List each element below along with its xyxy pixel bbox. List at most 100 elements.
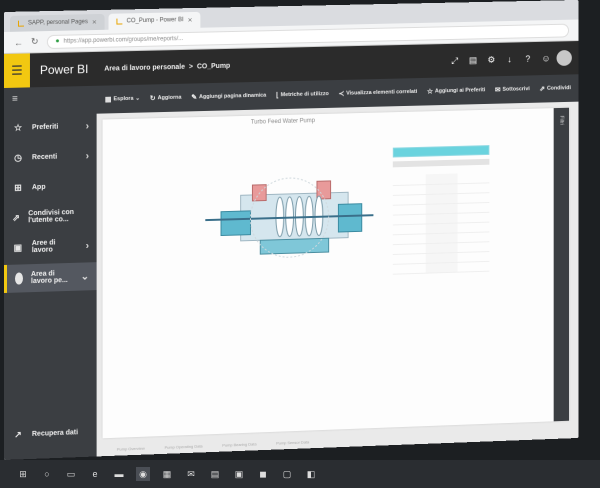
share-icon: ⇗: [12, 212, 20, 223]
breadcrumb-workspace[interactable]: Area di lavoro personale: [104, 63, 185, 72]
url-text: https://app.powerbi.com/groups/me/report…: [63, 35, 184, 45]
edge-icon[interactable]: e: [88, 467, 102, 481]
app-launcher-icon[interactable]: ☰: [4, 53, 30, 88]
sidebar-item-label: Condivisi con l'utente co...: [28, 208, 74, 225]
get-data-label: Recupera dati: [31, 428, 79, 438]
navigation-sidebar: ≡ ☆ Preferiti › ◷ Recenti › ⊞ App ⇗ Cond…: [4, 85, 97, 460]
arrow-up-right-icon: ↗: [14, 428, 22, 440]
brand-title[interactable]: Power BI: [30, 62, 104, 78]
breadcrumb-report: CO_Pump: [196, 62, 231, 70]
os-taskbar: ⊞ ○ ▭ e ▬ ◉ ▦ ✉ ▤ ▣ ◼ ▢ ◧: [0, 460, 600, 488]
sidebar-item-shared[interactable]: ⇗ Condivisi con l'utente co...: [4, 200, 97, 233]
details-table: [393, 172, 490, 275]
folder-icon[interactable]: ▬: [112, 467, 126, 481]
mail-icon[interactable]: ✉: [184, 467, 198, 481]
page-tab[interactable]: Pump Operating Data: [164, 443, 202, 449]
page-tab[interactable]: Pump Bearing Data: [222, 441, 256, 447]
toolbar-label: Visualizza elementi correlati: [346, 88, 418, 97]
get-data-button[interactable]: ↗ Recupera dati: [4, 417, 86, 450]
browser-tab-2[interactable]: CO_Pump - Power BI ✕: [108, 11, 201, 30]
app-icon[interactable]: ▣: [232, 467, 246, 481]
notifications-icon[interactable]: ▤: [464, 51, 481, 69]
clock-icon: ◷: [14, 152, 22, 163]
sidebar-item-recent[interactable]: ◷ Recenti ›: [4, 141, 97, 173]
filters-panel-label: Filtri: [558, 115, 565, 126]
toolbar-label: Esplora: [113, 95, 134, 103]
explore-button[interactable]: ▦ Esplora ⌄: [105, 95, 140, 104]
favorite-button[interactable]: ☆ Aggiungi ai Preferiti: [427, 86, 485, 95]
powerbi-tab-icon: [17, 20, 24, 27]
reload-icon[interactable]: ↻: [31, 36, 39, 47]
sidebar-item-favorites[interactable]: ☆ Preferiti ›: [4, 111, 97, 143]
pin-live-page-button[interactable]: ✎ Aggiungi pagina dinamica: [191, 92, 266, 102]
toolbar-label: Metriche di utilizzo: [280, 91, 329, 99]
app-body: ≡ ☆ Preferiti › ◷ Recenti › ⊞ App ⇗ Cond…: [4, 74, 579, 460]
report-page: Turbo Feed Water Pump Filtri: [102, 107, 569, 439]
app-icon[interactable]: ◼: [256, 467, 270, 481]
toolbar-label: Aggiungi pagina dinamica: [199, 92, 267, 101]
search-icon[interactable]: ○: [40, 467, 54, 481]
avatar[interactable]: [556, 49, 573, 67]
breadcrumb-separator: >: [188, 63, 193, 71]
back-icon[interactable]: ←: [14, 37, 23, 47]
share-button[interactable]: ⇗ Condividi: [539, 84, 571, 93]
share-icon: ⇗: [539, 85, 546, 93]
sidebar-item-workspaces[interactable]: ▣ Aree di lavoro ›: [4, 230, 97, 263]
page-tab[interactable]: Pump Sensor Data: [276, 439, 309, 445]
pump-diagram[interactable]: [202, 152, 378, 276]
chrome-icon[interactable]: ◉: [136, 467, 150, 481]
table-row: [393, 260, 490, 274]
app-icon[interactable]: ▢: [280, 467, 294, 481]
chevron-down-icon: ⌄: [135, 95, 140, 102]
browser-tab-label: SAPP, personal Pages: [27, 19, 88, 27]
app-icon[interactable]: ▤: [208, 467, 222, 481]
related-button[interactable]: ≺ Visualizza elementi correlati: [338, 88, 417, 98]
expand-icon[interactable]: ⤢: [446, 51, 463, 69]
hamburger-icon[interactable]: ≡: [4, 90, 97, 113]
sidebar-item-label: Preferiti: [31, 123, 59, 131]
refresh-icon: ↻: [149, 95, 156, 103]
chevron-down-icon: ⌄: [80, 270, 90, 283]
feedback-icon[interactable]: ☺: [537, 49, 554, 67]
usage-metrics-button[interactable]: ⌊ Metriche di utilizzo: [276, 90, 329, 99]
kpi-bar-secondary: [393, 158, 490, 168]
page-tab[interactable]: Pump Overview: [117, 445, 145, 451]
store-icon[interactable]: ▦: [160, 467, 174, 481]
download-icon[interactable]: ↓: [501, 50, 518, 68]
subscribe-button[interactable]: ✉ Sottoscrivi: [495, 85, 530, 94]
help-icon[interactable]: ?: [519, 50, 536, 68]
report-title: Turbo Feed Water Pump: [250, 118, 315, 126]
task-view-icon[interactable]: ▭: [64, 467, 78, 481]
toolbar-label: Aggiorna: [157, 94, 182, 102]
settings-icon[interactable]: ⚙: [483, 51, 500, 69]
report-canvas-area: Turbo Feed Water Pump Filtri: [97, 102, 579, 443]
lock-icon: ●: [55, 37, 60, 45]
toolbar-label: Condividi: [546, 85, 571, 92]
chevron-right-icon: ›: [85, 150, 90, 162]
refresh-button[interactable]: ↻ Aggiorna: [150, 94, 182, 103]
star-icon: ☆: [13, 122, 23, 133]
close-tab-icon[interactable]: ✕: [188, 16, 193, 23]
pin-icon: ✎: [191, 94, 198, 102]
metrics-icon: ⌊: [276, 92, 279, 100]
workspace-avatar-icon: [14, 272, 24, 285]
app-icon[interactable]: ◧: [304, 467, 318, 481]
chevron-right-icon: ›: [85, 239, 90, 252]
browser-tab-1[interactable]: SAPP, personal Pages ✕: [9, 13, 105, 32]
close-tab-icon[interactable]: ✕: [92, 19, 97, 26]
workspaces-icon: ▣: [13, 241, 23, 253]
filters-panel[interactable]: Filtri: [553, 107, 569, 422]
sidebar-item-label: Area di lavoro pe...: [30, 270, 68, 286]
chevron-right-icon: ›: [85, 120, 90, 132]
browser-tab-label: CO_Pump - Power BI: [126, 17, 184, 25]
kpi-bar: [393, 145, 490, 158]
details-visual[interactable]: [393, 145, 490, 274]
powerbi-tab-icon: [116, 18, 123, 25]
monitor-screen: SAPP, personal Pages ✕ CO_Pump - Power B…: [4, 0, 579, 460]
start-icon[interactable]: ⊞: [16, 467, 30, 481]
sidebar-item-apps[interactable]: ⊞ App: [4, 170, 97, 203]
explore-icon: ▦: [104, 96, 112, 104]
apps-icon: ⊞: [14, 182, 22, 193]
sidebar-item-my-workspace[interactable]: Area di lavoro pe... ⌄: [4, 262, 97, 293]
header-icons: ⤢ ▤ ⚙ ↓ ? ☺: [446, 49, 579, 70]
